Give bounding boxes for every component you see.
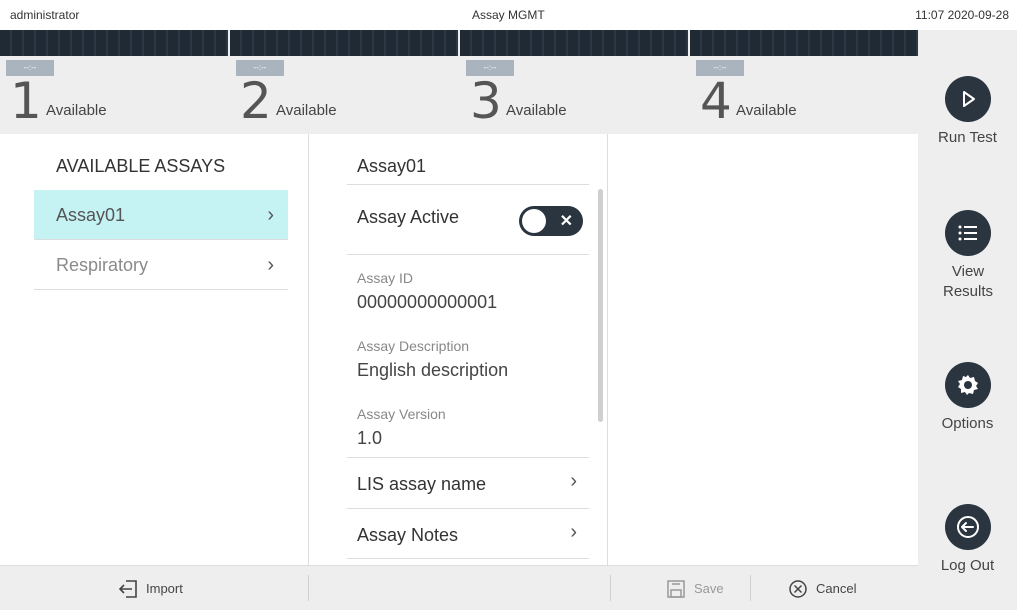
module-number: 1 (10, 72, 42, 130)
assay-id-label: Assay ID (357, 270, 414, 286)
logout-icon (944, 504, 991, 550)
available-assays-heading: AVAILABLE ASSAYS (56, 156, 226, 176)
save-button[interactable]: Save (666, 566, 724, 610)
assay-version-value: 1.0 (357, 428, 383, 448)
main-panel: AVAILABLE ASSAYS Assay01 › Respiratory ›… (0, 134, 918, 565)
assay-description-value: English description (357, 360, 509, 380)
run-test-label: Run Test (938, 129, 997, 146)
chevron-right-icon: › (570, 470, 577, 492)
log-out-label: Log Out (940, 557, 995, 574)
assay-active-toggle[interactable]: ✕ (519, 206, 583, 236)
module-status: Available (46, 102, 107, 119)
module-bar: --:-- 1 Available --:-- 2 Available --:-… (0, 30, 918, 134)
available-assays-panel: AVAILABLE ASSAYS Assay01 › Respiratory › (34, 156, 288, 290)
divider (347, 558, 589, 559)
module-number: 4 (700, 72, 732, 130)
assay-notes-row[interactable]: Assay Notes › (347, 508, 589, 558)
module-status: Available (506, 102, 567, 119)
save-label: Save (694, 581, 724, 596)
play-icon (944, 76, 991, 122)
module-number: 2 (240, 72, 272, 130)
chevron-right-icon: › (267, 254, 274, 276)
module-strip (0, 30, 228, 56)
options-button[interactable]: Options (918, 362, 1017, 434)
options-label: Options (941, 415, 994, 432)
assay-list-item-label: Assay01 (56, 205, 126, 225)
run-test-button[interactable]: Run Test (918, 76, 1017, 148)
toggle-knob (522, 209, 546, 233)
module-4[interactable]: --:-- 4 Available (690, 30, 918, 134)
assay-detail-panel: Assay01 Assay Active ✕ Assay ID 00000000… (308, 134, 608, 565)
user-name: administrator (10, 8, 80, 22)
chevron-right-icon: › (267, 204, 274, 226)
list-icon (944, 210, 991, 256)
assay-version-label: Assay Version (357, 406, 446, 422)
lis-assay-name-label: LIS assay name (357, 474, 487, 494)
module-1[interactable]: --:-- 1 Available (0, 30, 228, 134)
module-number: 3 (470, 72, 502, 130)
module-status: Available (276, 102, 337, 119)
divider (610, 575, 611, 601)
assay-notes-label: Assay Notes (357, 525, 459, 545)
divider (750, 575, 751, 601)
gear-icon (944, 362, 991, 408)
cancel-label: Cancel (816, 581, 857, 596)
cancel-icon (788, 579, 808, 599)
close-icon: ✕ (559, 213, 573, 230)
import-label: Import (146, 581, 183, 596)
assay-active-label: Assay Active (357, 207, 460, 227)
assay-id-value: 00000000000001 (357, 292, 498, 312)
log-out-button[interactable]: Log Out (918, 504, 1017, 576)
import-button[interactable]: Import (118, 566, 183, 610)
save-icon (666, 579, 686, 599)
action-bar: Import Save Cancel (0, 565, 918, 610)
divider (347, 254, 589, 255)
module-3[interactable]: --:-- 3 Available (460, 30, 688, 134)
module-strip (460, 30, 688, 56)
page-title: Assay MGMT (472, 8, 545, 22)
cancel-button[interactable]: Cancel (788, 566, 856, 610)
module-status: Available (736, 102, 797, 119)
chevron-right-icon: › (570, 521, 577, 543)
lis-assay-name-row[interactable]: LIS assay name › (347, 457, 589, 507)
assay-list-item-label: Respiratory (56, 255, 149, 275)
side-menu: Run Test View Results Options Log Out (918, 30, 1017, 610)
divider (308, 575, 309, 601)
module-strip (230, 30, 458, 56)
view-results-label: View Results (942, 263, 994, 300)
module-2[interactable]: --:-- 2 Available (230, 30, 458, 134)
status-bar: administrator Assay MGMT 11:07 2020-09-2… (0, 0, 1017, 30)
view-results-button[interactable]: View Results (918, 210, 1017, 302)
clock: 11:07 2020-09-28 (915, 8, 1009, 22)
assay-detail-heading: Assay01 (357, 156, 427, 176)
scrollbar[interactable] (598, 189, 603, 422)
assay-list-item[interactable]: Assay01 › (34, 190, 288, 240)
assay-list-item[interactable]: Respiratory › (34, 240, 288, 290)
import-icon (118, 579, 138, 599)
assay-description-label: Assay Description (357, 338, 470, 354)
module-strip (690, 30, 918, 56)
